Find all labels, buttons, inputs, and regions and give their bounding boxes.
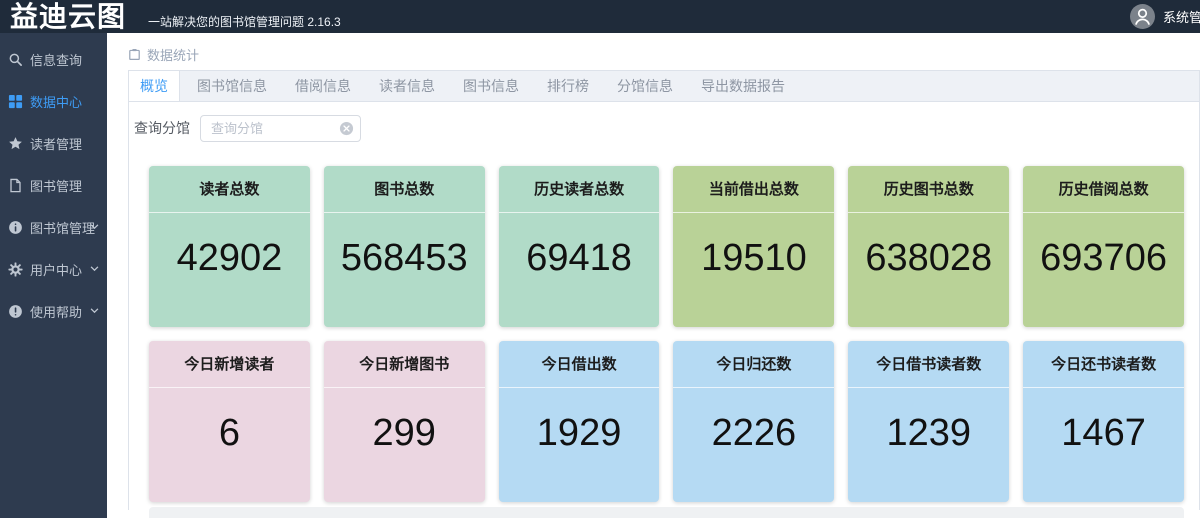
stat-card-title: 历史读者总数: [498, 166, 660, 213]
sidebar-item-library-mgmt[interactable]: 图书馆管理: [0, 206, 107, 248]
main-content: 数据统计 概览 图书馆信息 借阅信息 读者信息 图书信息 排行榜 分馆信息 导出…: [107, 33, 1200, 518]
stat-card-total-books: 图书总数 568453: [323, 166, 485, 327]
stat-card-title: 当前借出总数: [673, 166, 835, 213]
stat-card-title: 图书总数: [323, 166, 485, 213]
stat-card-title: 今日借书读者数: [848, 341, 1010, 388]
sidebar-item-label: 数据中心: [30, 94, 83, 110]
stat-card-total-readers: 读者总数 42902: [149, 166, 310, 327]
branch-filter-label: 查询分馆: [134, 120, 190, 136]
stat-card-value: 638028: [865, 237, 993, 279]
person-icon: [1135, 8, 1150, 25]
sidebar-item-label: 使用帮助: [30, 304, 83, 320]
stat-card-historical-readers: 历史读者总数 69418: [498, 166, 660, 327]
star-icon: [8, 136, 23, 151]
stat-cards-row-1: 读者总数 42902 图书总数 568453 历史读者总数 69418 当前借出…: [149, 166, 1184, 327]
stat-card-value: 6: [218, 412, 240, 454]
stat-card-value: 2226: [711, 412, 797, 454]
user-avatar-icon: [1130, 4, 1155, 29]
stat-card-value: 299: [372, 412, 436, 454]
stat-cards-row-2: 今日新增读者 6 今日新增图书 299 今日借出数 1929 今日归还数 222…: [149, 341, 1184, 502]
sidebar-item-data-center[interactable]: 数据中心: [0, 80, 107, 122]
stat-card-returning-readers-today: 今日还书读者数 1467: [1023, 341, 1184, 502]
branch-search-input[interactable]: [200, 114, 361, 142]
stat-card-value: 1929: [536, 412, 622, 454]
circle-close-icon[interactable]: [339, 121, 354, 136]
stat-cards-area: 读者总数 42902 图书总数 568453 历史读者总数 69418 当前借出…: [149, 166, 1184, 502]
branch-filter-row: 查询分馆: [134, 114, 1199, 142]
stat-card-value: 1239: [886, 412, 972, 454]
sidebar: 信息查询 数据中心 读者管理 图书管理 图书馆管理 用户中心 使用帮助: [0, 33, 107, 518]
breadcrumb: 数据统计: [107, 33, 1200, 63]
breadcrumb-label: 数据统计: [147, 48, 200, 63]
sidebar-item-user-center[interactable]: 用户中心: [0, 248, 107, 290]
chevron-down-icon: [89, 263, 100, 274]
tab-overview[interactable]: 概览: [129, 71, 180, 101]
gear-icon: [8, 261, 23, 277]
stat-card-title: 今日归还数: [673, 341, 835, 388]
sidebar-item-help[interactable]: 使用帮助: [0, 290, 107, 332]
tab-bar: 概览 图书馆信息 借阅信息 读者信息 图书信息 排行榜 分馆信息 导出数据报告: [129, 71, 1199, 102]
stat-card-returns-today: 今日归还数 2226: [673, 341, 835, 502]
sidebar-item-label: 图书管理: [30, 178, 83, 194]
stats-panel: 概览 图书馆信息 借阅信息 读者信息 图书信息 排行榜 分馆信息 导出数据报告 …: [128, 70, 1200, 518]
stat-card-value: 42902: [176, 237, 283, 279]
sidebar-item-label: 读者管理: [30, 136, 83, 152]
tab-book-info[interactable]: 图书信息: [452, 71, 530, 101]
tab-ranking[interactable]: 排行榜: [536, 71, 600, 101]
app-header: 益迪云图 一站解决您的图书馆管理问题 2.16.3 系统管理员: [0, 0, 1200, 33]
sidebar-item-label: 图书馆管理: [30, 220, 96, 236]
stat-card-new-readers-today: 今日新增读者 6: [149, 341, 310, 502]
stat-card-title: 今日还书读者数: [1023, 341, 1184, 388]
stat-card-value: 568453: [340, 237, 468, 279]
search-icon: [8, 52, 23, 67]
stat-card-historical-books: 历史图书总数 638028: [848, 166, 1010, 327]
sidebar-item-label: 信息查询: [30, 52, 83, 68]
stat-card-value: 693706: [1040, 237, 1167, 279]
user-menu[interactable]: 系统管理员: [1130, 4, 1200, 29]
chevron-down-icon: [89, 305, 100, 316]
stat-card-title: 读者总数: [149, 166, 310, 213]
tab-reader-info[interactable]: 读者信息: [368, 71, 446, 101]
tab-export-report[interactable]: 导出数据报告: [690, 71, 796, 101]
branch-filter: [200, 114, 361, 142]
info-icon: [8, 220, 23, 235]
stat-card-title: 历史图书总数: [848, 166, 1010, 213]
next-section-header: [149, 507, 1184, 518]
stat-card-title: 今日新增图书: [323, 341, 485, 388]
stat-card-value: 19510: [701, 237, 807, 279]
stat-card-title: 今日借出数: [498, 341, 660, 388]
chevron-down-icon: [89, 221, 100, 232]
username-label: 系统管理员: [1163, 10, 1200, 25]
stat-card-loans-today: 今日借出数 1929: [498, 341, 660, 502]
tab-library-info[interactable]: 图书馆信息: [186, 71, 278, 101]
sidebar-item-reader-mgmt[interactable]: 读者管理: [0, 122, 107, 164]
stat-card-title: 历史借阅总数: [1023, 166, 1184, 213]
sidebar-item-info-query[interactable]: 信息查询: [0, 38, 107, 80]
stat-card-title: 今日新增读者: [149, 341, 310, 388]
stat-card-current-loans: 当前借出总数 19510: [673, 166, 835, 327]
document-icon: [8, 178, 23, 193]
clipboard-icon: [128, 48, 141, 61]
help-icon: [8, 304, 23, 319]
sidebar-item-book-mgmt[interactable]: 图书管理: [0, 164, 107, 206]
stat-card-borrowing-readers-today: 今日借书读者数 1239: [848, 341, 1010, 502]
grid-icon: [8, 94, 23, 109]
tab-borrow-info[interactable]: 借阅信息: [284, 71, 362, 101]
sidebar-item-label: 用户中心: [30, 262, 83, 278]
stat-card-new-books-today: 今日新增图书 299: [323, 341, 485, 502]
app-tagline: 一站解决您的图书馆管理问题 2.16.3: [148, 15, 341, 29]
app-logo: 益迪云图: [10, 1, 127, 32]
stat-card-value: 69418: [526, 237, 632, 279]
tab-branch-info[interactable]: 分馆信息: [606, 71, 684, 101]
stat-card-historical-borrows: 历史借阅总数 693706: [1023, 166, 1184, 327]
stat-card-value: 1467: [1061, 412, 1146, 454]
overview-tab-panel: 查询分馆 读者总数 42902: [129, 102, 1199, 518]
